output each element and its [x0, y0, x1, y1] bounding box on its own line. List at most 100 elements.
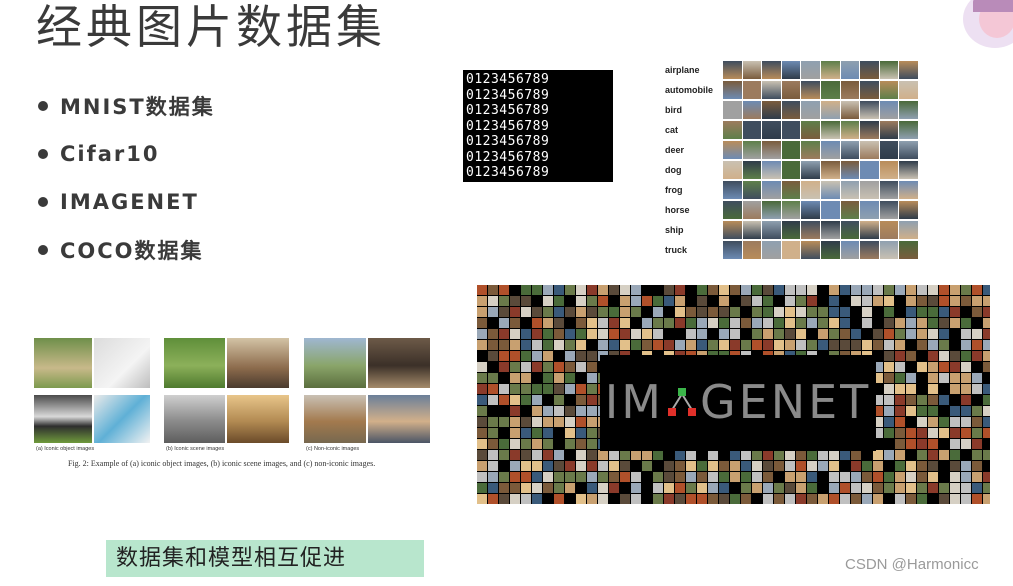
mosaic-tile	[972, 483, 982, 493]
mosaic-tile	[488, 307, 498, 317]
cifar-row: horse	[665, 200, 918, 220]
cifar-thumbnail	[879, 161, 899, 179]
photo-park-people	[304, 338, 366, 388]
mnist-digit-row: 0123456789	[466, 72, 550, 87]
mnist-image: 0123456789 0123456789 0123456789 0123456…	[463, 70, 613, 182]
mosaic-tile	[741, 318, 751, 328]
mosaic-tile	[873, 472, 883, 482]
mosaic-tile	[631, 450, 641, 460]
mosaic-tile	[554, 329, 564, 339]
cifar-class-label: frog	[665, 185, 683, 195]
mosaic-tile	[554, 318, 564, 328]
mosaic-tile	[587, 406, 597, 416]
mosaic-tile	[521, 461, 531, 471]
mosaic-tile	[598, 340, 608, 350]
mosaic-tile	[917, 340, 927, 350]
mosaic-tile	[576, 395, 586, 405]
mosaic-tile	[741, 483, 751, 493]
mosaic-tile	[939, 494, 949, 504]
mosaic-tile	[532, 362, 542, 372]
mosaic-tile	[631, 296, 641, 306]
mosaic-tile	[939, 483, 949, 493]
mosaic-tile	[521, 285, 531, 295]
mosaic-tile	[763, 483, 773, 493]
mosaic-tile	[972, 296, 982, 306]
mosaic-tile	[477, 428, 487, 438]
cifar-thumbnail	[723, 81, 742, 99]
mosaic-tile	[840, 340, 850, 350]
mosaic-tile	[686, 483, 696, 493]
mosaic-tile	[752, 461, 762, 471]
cifar-thumbnails	[723, 81, 918, 99]
mosaic-tile	[917, 483, 927, 493]
cifar-thumbnail	[879, 81, 899, 99]
mosaic-tile	[950, 296, 960, 306]
mosaic-tile	[829, 307, 839, 317]
mosaic-tile	[928, 439, 938, 449]
mosaic-tile	[774, 285, 784, 295]
mosaic-tile	[477, 417, 487, 427]
mosaic-tile	[587, 351, 597, 361]
mosaic-tile	[521, 340, 531, 350]
mosaic-tile	[576, 384, 586, 394]
mosaic-tile	[972, 417, 982, 427]
mosaic-tile	[477, 461, 487, 471]
mosaic-tile	[730, 494, 740, 504]
mosaic-tile	[708, 461, 718, 471]
mosaic-tile	[950, 439, 960, 449]
mosaic-tile	[565, 406, 575, 416]
mosaic-tile	[642, 461, 652, 471]
mosaic-tile	[532, 307, 542, 317]
mosaic-tile	[884, 472, 894, 482]
mosaic-tile	[752, 318, 762, 328]
mosaic-tile	[620, 285, 630, 295]
mosaic-tile	[609, 483, 619, 493]
cifar-thumbnail	[879, 201, 899, 219]
mosaic-tile	[521, 351, 531, 361]
mosaic-tile	[752, 340, 762, 350]
mosaic-tile	[499, 351, 509, 361]
mosaic-tile	[763, 340, 773, 350]
mosaic-tile	[939, 428, 949, 438]
mosaic-tile	[598, 461, 608, 471]
mosaic-tile	[554, 340, 564, 350]
mosaic-tile	[851, 461, 861, 471]
mosaic-tile	[499, 296, 509, 306]
mosaic-tile	[741, 450, 751, 460]
mosaic-tile	[510, 318, 520, 328]
mosaic-tile	[719, 285, 729, 295]
mosaic-tile	[521, 296, 531, 306]
mosaic-tile	[521, 428, 531, 438]
mosaic-tile	[488, 439, 498, 449]
mosaic-tile	[510, 340, 520, 350]
cifar-thumbnail	[879, 141, 899, 159]
imagenet-logo: IM GENET	[600, 375, 876, 429]
mosaic-tile	[906, 494, 916, 504]
mosaic-tile	[972, 472, 982, 482]
mosaic-tile	[961, 362, 971, 372]
bullet-dot-icon	[38, 245, 48, 255]
mosaic-tile	[917, 296, 927, 306]
mosaic-tile	[928, 417, 938, 427]
mosaic-tile	[763, 461, 773, 471]
mosaic-tile	[741, 461, 751, 471]
mosaic-tile	[983, 406, 990, 416]
mosaic-tile	[697, 340, 707, 350]
mosaic-tile	[510, 472, 520, 482]
mosaic-tile	[510, 362, 520, 372]
mosaic-tile	[939, 417, 949, 427]
cifar-thumbnail	[742, 161, 762, 179]
mosaic-tile	[906, 318, 916, 328]
mosaic-tile	[653, 340, 663, 350]
mosaic-tile	[873, 450, 883, 460]
mosaic-tile	[576, 461, 586, 471]
cifar-thumbnail	[899, 141, 918, 159]
mosaic-tile	[477, 296, 487, 306]
mosaic-tile	[796, 307, 806, 317]
mosaic-tile	[884, 296, 894, 306]
mosaic-tile	[532, 340, 542, 350]
mosaic-tile	[653, 307, 663, 317]
mosaic-tile	[785, 450, 795, 460]
cifar-thumbnail	[899, 181, 918, 199]
mosaic-tile	[884, 285, 894, 295]
